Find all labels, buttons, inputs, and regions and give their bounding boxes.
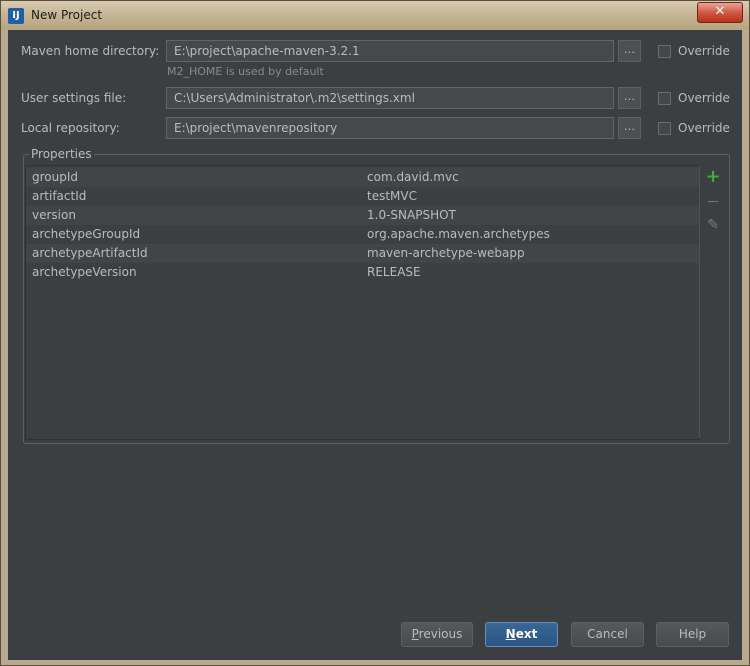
property-key: archetypeVersion [32, 265, 137, 279]
local-repository-field[interactable]: E:\project\mavenrepository [166, 117, 614, 139]
properties-table: groupId com.david.mvc artifactId testMVC… [25, 165, 700, 440]
property-value: RELEASE [367, 265, 421, 279]
close-button[interactable]: ✕ [697, 2, 743, 23]
next-mnemonic: N [505, 627, 516, 641]
table-row[interactable]: archetypeArtifactId maven-archetype-weba… [26, 244, 699, 263]
local-repository-browse-button[interactable]: … [618, 117, 641, 139]
table-row[interactable]: artifactId testMVC [26, 187, 699, 206]
local-repository-override-label[interactable]: Override [678, 121, 730, 135]
user-settings-label: User settings file: [21, 91, 127, 105]
maven-home-field[interactable]: E:\project\apache-maven-3.2.1 [166, 40, 614, 62]
next-button[interactable]: Next [485, 622, 558, 647]
title-bar: IJ New Project ✕ [1, 1, 749, 29]
properties-title: Properties [29, 147, 94, 161]
property-value: testMVC [367, 189, 417, 203]
next-label-rest: ext [515, 627, 538, 641]
property-key: groupId [32, 170, 79, 184]
property-key: archetypeArtifactId [32, 246, 148, 260]
user-settings-override-label[interactable]: Override [678, 91, 730, 105]
maven-home-browse-button[interactable]: … [618, 40, 641, 62]
property-value: 1.0-SNAPSHOT [367, 208, 456, 222]
local-repository-label: Local repository: [21, 121, 120, 135]
property-value: maven-archetype-webapp [367, 246, 525, 260]
properties-toolbar: + — ✎ [699, 165, 726, 438]
previous-label-rest: revious [418, 627, 463, 641]
previous-mnemonic: P [411, 627, 419, 641]
user-settings-override-checkbox[interactable] [658, 92, 671, 105]
property-key: artifactId [32, 189, 87, 203]
maven-home-override-label[interactable]: Override [678, 44, 730, 58]
maven-home-label: Maven home directory: [21, 44, 160, 58]
cancel-button[interactable]: Cancel [571, 622, 644, 647]
property-key: version [32, 208, 76, 222]
local-repository-override-checkbox[interactable] [658, 122, 671, 135]
dialog-content: Maven home directory: E:\project\apache-… [8, 30, 742, 660]
table-row[interactable]: version 1.0-SNAPSHOT [26, 206, 699, 225]
edit-property-pencil-icon[interactable]: ✎ [700, 215, 726, 235]
user-settings-field[interactable]: C:\Users\Administrator\.m2\settings.xml [166, 87, 614, 109]
intellij-app-icon: IJ [8, 8, 24, 24]
user-settings-browse-button[interactable]: … [618, 87, 641, 109]
maven-home-hint: M2_HOME is used by default [167, 65, 324, 78]
add-property-plus-icon[interactable]: + [700, 167, 726, 187]
window-title: New Project [31, 8, 103, 22]
maven-home-override-checkbox[interactable] [658, 45, 671, 58]
remove-property-minus-icon[interactable]: — [700, 191, 726, 211]
new-project-window: IJ New Project ✕ Maven home directory: E… [0, 0, 750, 666]
property-key: archetypeGroupId [32, 227, 141, 241]
table-row[interactable]: archetypeGroupId org.apache.maven.archet… [26, 225, 699, 244]
property-value: com.david.mvc [367, 170, 459, 184]
table-row[interactable]: groupId com.david.mvc [26, 168, 699, 187]
table-row[interactable]: archetypeVersion RELEASE [26, 263, 699, 282]
help-button[interactable]: Help [656, 622, 729, 647]
previous-button[interactable]: Previous [401, 622, 473, 647]
property-value: org.apache.maven.archetypes [367, 227, 550, 241]
